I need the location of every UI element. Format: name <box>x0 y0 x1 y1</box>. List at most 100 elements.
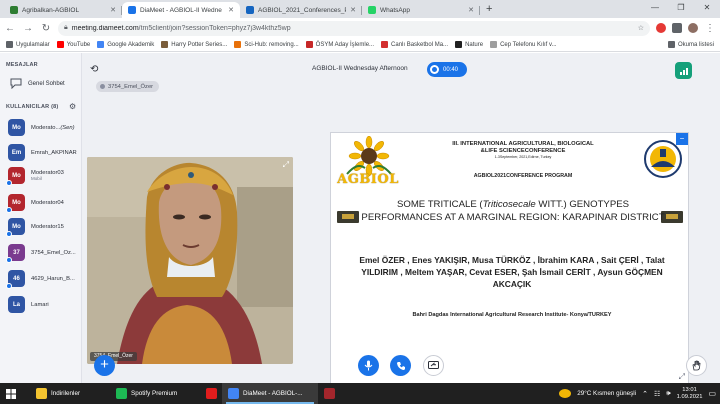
signal-strength-icon[interactable] <box>675 62 692 79</box>
user-list-item[interactable]: Em Emrah_AKPINAR <box>8 144 82 161</box>
profile-avatar[interactable] <box>688 23 698 33</box>
conference-dates: 1-3September, 2021,Edirne, Turkey <box>494 155 552 159</box>
taskbar-item[interactable]: İndirilenler <box>30 383 110 404</box>
user-name: 4629_Harun_B... <box>31 276 75 282</box>
back-icon[interactable]: ← <box>4 23 16 34</box>
bookmarks-bar: Uygulamalar YouTube Google Akademik Harry P… <box>0 38 720 52</box>
user-list-item[interactable]: Mo Moderator04 <box>6 194 82 213</box>
raise-hand-icon <box>692 360 701 371</box>
university-seal-logo <box>644 140 682 178</box>
participant-video-frame <box>87 157 293 364</box>
address-bar[interactable]: 🔒︎ meeting.diameet.com/tm5client/join?se… <box>58 20 650 36</box>
browser-tab[interactable]: Agribalkan-AGBIOL ✕ <box>4 2 122 18</box>
user-initials: Mo <box>12 223 21 230</box>
user-list-item[interactable]: La Lamari <box>8 296 82 313</box>
raise-hand-button[interactable] <box>686 355 707 376</box>
weather-text[interactable]: 29°C Kısmen güneşli <box>577 390 636 397</box>
windows-start-icon[interactable] <box>0 383 22 404</box>
taskbar-item[interactable]: Spotify Premium <box>110 383 200 404</box>
volume-icon[interactable]: 🕪︎ <box>666 390 670 398</box>
windows-taskbar: İndirilenler Spotify Premium DiaMeet - AGB… <box>0 383 720 404</box>
bookmark-item[interactable]: Uygulamalar <box>6 41 50 48</box>
close-tab-icon[interactable]: ✕ <box>350 6 356 14</box>
settings-gear-icon[interactable]: ⚙ <box>69 102 76 111</box>
add-button[interactable]: + <box>94 355 115 376</box>
tab-label: WhatsApp <box>380 6 410 14</box>
user-text: Moderator03 Mobil <box>31 170 64 181</box>
participant-video[interactable]: ⤢ 3754_Emel_Özer <box>87 157 293 364</box>
menu-icon[interactable]: ⋮ <box>704 23 716 34</box>
notifications-icon[interactable]: ▭ <box>708 389 716 398</box>
bookmark-label: Sci-Hub: removing... <box>244 41 299 48</box>
user-name-text: Emrah_AKPINAR <box>31 149 77 156</box>
taskbar-item[interactable]: DiaMeet - AGBIOL-... <box>222 383 318 404</box>
tab-favicon-icon <box>246 6 254 14</box>
user-name-text: Moderator04 <box>31 199 64 206</box>
phone-button[interactable] <box>390 355 411 376</box>
user-avatar: Em <box>8 144 25 161</box>
taskbar-item[interactable] <box>318 383 340 404</box>
browser-tab[interactable]: AGBIOL_2021_Conferences_Prog ✕ <box>240 2 362 18</box>
meeting-title: AGBIOL-II Wednesday Afternoon <box>312 65 408 72</box>
screen-share-button[interactable] <box>423 355 444 376</box>
browser-tab[interactable]: DiaMeet - AGBIOL-II Wedne ✕ <box>122 2 240 18</box>
tray-chevron-icon[interactable]: ⌃ <box>642 390 648 398</box>
user-avatar: Mo <box>6 218 25 237</box>
user-list-item[interactable]: Mo Moderator03 Mobil <box>6 167 82 186</box>
bookmark-item[interactable]: Google Akademik <box>97 41 154 48</box>
user-list-item[interactable]: Mo Moderato...(Sen) <box>8 119 82 136</box>
user-list-item[interactable]: Mo Moderator15 <box>6 218 82 237</box>
user-name: Emrah_AKPINAR <box>31 150 77 156</box>
minimize-button[interactable]: — <box>642 0 668 18</box>
clock[interactable]: 13:01 1.09.2021 <box>677 387 703 401</box>
fullscreen-slide-icon[interactable]: ⤢ <box>679 372 685 382</box>
expand-video-icon[interactable]: ⤢ <box>283 160 289 170</box>
close-window-button[interactable]: ✕ <box>694 0 720 18</box>
network-icon[interactable]: ☷ <box>654 390 660 398</box>
bookmark-item[interactable]: Sci-Hub: removing... <box>234 41 299 48</box>
user-name: Lamari <box>31 302 49 308</box>
microphone-button[interactable] <box>358 355 379 376</box>
bookmark-item[interactable]: Nature <box>455 41 483 48</box>
user-text: Moderato...(Sen) <box>31 125 75 131</box>
conference-line-2: &LIFE SCIENCECONFERENCE <box>480 148 566 154</box>
maximize-button[interactable]: ❐ <box>668 0 694 18</box>
bookmark-item[interactable]: YouTube <box>56 41 90 48</box>
leave-meeting-icon[interactable]: ⟲ <box>90 64 98 75</box>
user-name: Moderato...(Sen) <box>31 125 75 131</box>
reload-icon[interactable]: ↻ <box>40 23 52 34</box>
user-text: Lamari <box>31 302 49 308</box>
user-initials: Mo <box>12 172 21 179</box>
close-tab-icon[interactable]: ✕ <box>468 6 474 14</box>
user-text: 3754_Emel_Öz... <box>31 250 76 256</box>
screen-share-icon <box>428 361 439 369</box>
system-tray: 29°C Kısmen güneşli ⌃ ☷ 🕪︎ 13:01 1.09.20… <box>559 387 720 401</box>
bookmark-item[interactable]: Harry Potter Series... <box>161 41 227 48</box>
puzzle-icon[interactable] <box>672 23 682 33</box>
user-initials: Em <box>11 149 22 156</box>
new-tab-button[interactable]: + <box>480 2 498 18</box>
user-name: Moderator04 <box>31 200 64 206</box>
extension-icon[interactable] <box>656 23 666 33</box>
bookmark-item[interactable]: ÖSYM Aday İşlemle... <box>305 41 374 48</box>
star-icon[interactable]: ☆ <box>638 24 644 32</box>
bookmark-item[interactable]: Cep Telefonu Kılıf v... <box>490 41 557 48</box>
status-dot-icon <box>6 207 12 213</box>
reading-list[interactable]: Okuma listesi <box>667 41 714 48</box>
bookmark-item[interactable]: Canlı Basketbol Ma... <box>381 41 448 48</box>
bookmark-icon <box>381 41 389 48</box>
url-text: meeting.diameet.com/tm5client/join?sessi… <box>72 25 634 32</box>
presenter-pill[interactable]: 3754_Emel_Özer <box>96 81 160 92</box>
close-tab-icon[interactable]: ✕ <box>228 6 234 14</box>
browser-tab[interactable]: WhatsApp ✕ <box>362 2 480 18</box>
user-list-item[interactable]: 37 3754_Emel_Öz... <box>6 244 82 263</box>
forward-icon[interactable]: → <box>22 23 34 34</box>
messages-header: MESAJLAR <box>6 62 38 68</box>
user-text: Moderator15 <box>31 224 64 230</box>
taskbar-item[interactable] <box>200 383 222 404</box>
presenter-name: 3754_Emel_Özer <box>108 83 154 90</box>
close-tab-icon[interactable]: ✕ <box>110 6 116 14</box>
general-chat-item[interactable]: Genel Sohbet <box>4 78 71 89</box>
recording-timer[interactable]: 00:40 <box>427 62 467 77</box>
user-list-item[interactable]: 46 4629_Harun_B... <box>6 270 82 289</box>
